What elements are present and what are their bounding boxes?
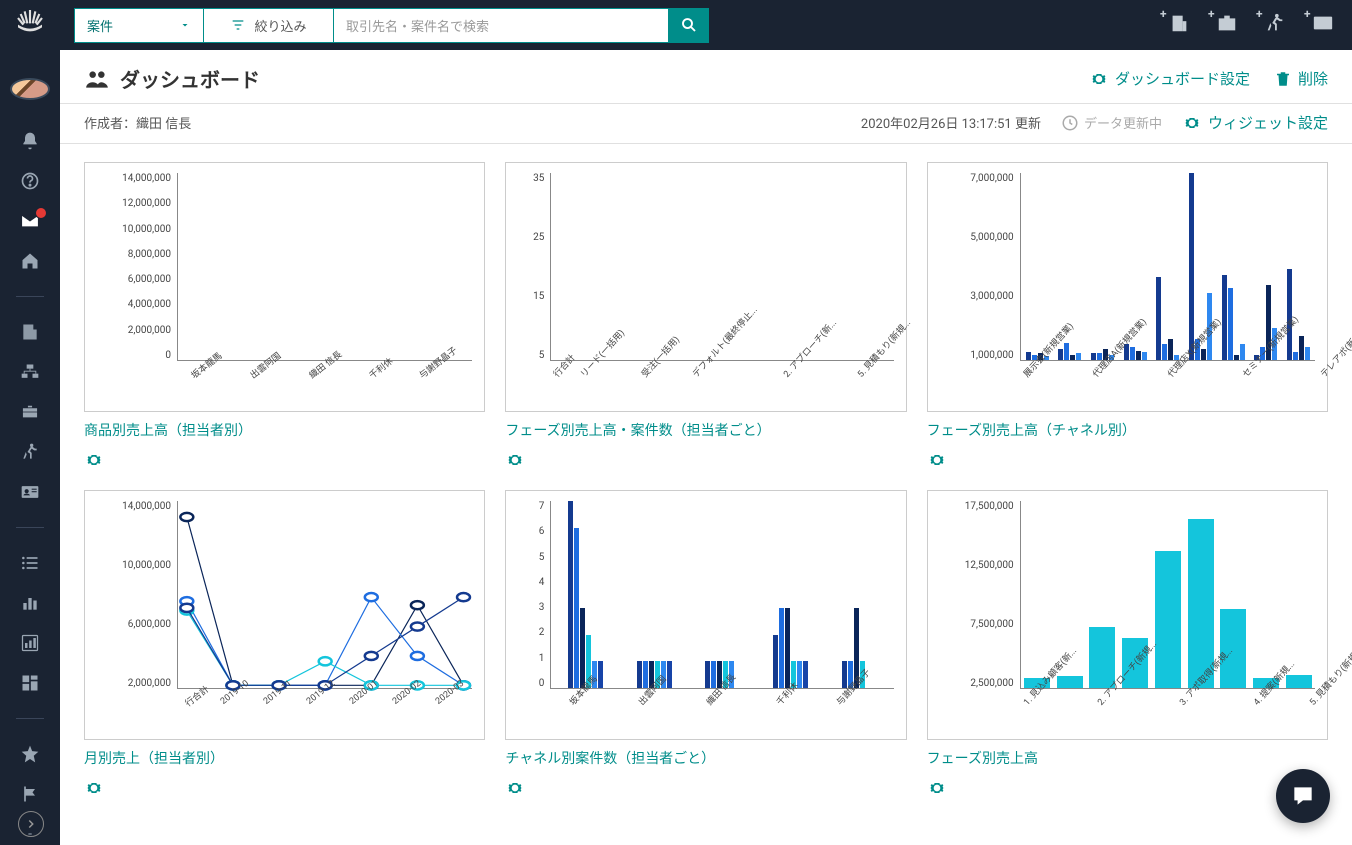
briefcase-icon[interactable] <box>19 401 41 423</box>
activity-icon[interactable] <box>19 441 41 463</box>
page-header: ダッシュボード ダッシュボード設定 削除 <box>60 50 1352 104</box>
sidebar-expand-button[interactable] <box>18 811 44 837</box>
dashboard-content: 14,000,00012,000,00010,000,0008,000,0006… <box>60 144 1352 845</box>
topbar: 案件 絞り込み 取引先名・案件名で検索 + + + + <box>60 0 1352 50</box>
widget: 14,000,00012,000,00010,000,0008,000,0006… <box>84 162 485 470</box>
search-button[interactable] <box>669 8 709 43</box>
widget-title: 月別売上（担当者別） <box>84 748 485 768</box>
report-icon[interactable] <box>19 632 41 654</box>
new-deal-icon[interactable]: + <box>1216 12 1242 38</box>
widget-title: チャネル別案件数（担当者ごと） <box>505 748 906 768</box>
widget: 3525155行合計リード(一括用)受注(一括用)デフォルト(最終停止...2.… <box>505 162 906 470</box>
new-contact-icon[interactable]: + <box>1312 12 1338 38</box>
home-icon[interactable] <box>19 250 41 272</box>
app-logo[interactable] <box>12 6 48 38</box>
chart: 7,000,0005,000,0003,000,0001,000,000展示会(… <box>927 162 1328 412</box>
widget: 7,000,0005,000,0003,000,0001,000,000展示会(… <box>927 162 1328 470</box>
widget: 14,000,00010,000,0006,000,0002,000,000行合… <box>84 490 485 798</box>
widget-title: 商品別売上高（担当者別） <box>84 420 485 440</box>
dashboard-settings-link[interactable]: ダッシュボード設定 <box>1089 68 1250 89</box>
entity-select[interactable]: 案件 <box>74 8 204 43</box>
new-activity-icon[interactable]: + <box>1264 12 1290 38</box>
card-icon[interactable] <box>19 481 41 503</box>
building-icon[interactable] <box>19 321 41 343</box>
chart: 76543210坂本龍馬出雲阿国織田 信長千利休与謝野晶子 <box>505 490 906 740</box>
subheader: 作成者：織田 信長 2020年02月26日 13:17:51 更新 データ更新中… <box>60 104 1352 144</box>
widget-gear-icon[interactable] <box>927 450 947 470</box>
chart: 17,500,00012,500,0007,500,0002,500,0001.… <box>927 490 1328 740</box>
help-icon[interactable] <box>19 170 41 192</box>
star-icon[interactable] <box>19 743 41 765</box>
sidebar: - <box>0 0 60 845</box>
filter-button[interactable]: 絞り込み <box>204 8 334 43</box>
widget-gear-icon[interactable] <box>84 450 104 470</box>
org-icon[interactable] <box>19 361 41 383</box>
chart: 14,000,00010,000,0006,000,0002,000,000行合… <box>84 490 485 740</box>
bell-icon[interactable] <box>19 130 41 152</box>
delete-link[interactable]: 削除 <box>1274 68 1328 89</box>
updating-indicator: データ更新中 <box>1061 113 1162 132</box>
widget: 17,500,00012,500,0007,500,0002,500,0001.… <box>927 490 1328 798</box>
author-label: 作成者：織田 信長 <box>84 113 191 132</box>
widget-gear-icon[interactable] <box>84 778 104 798</box>
chat-bubble-button[interactable] <box>1276 769 1330 823</box>
user-avatar[interactable] <box>10 78 50 100</box>
widget-settings-link[interactable]: ウィジェット設定 <box>1182 112 1328 133</box>
widget-title: フェーズ別売上高（チャネル別） <box>927 420 1328 440</box>
chart: 14,000,00012,000,00010,000,0008,000,0006… <box>84 162 485 412</box>
page-title: ダッシュボード <box>84 64 260 93</box>
updated-timestamp: 2020年02月26日 13:17:51 更新 <box>861 113 1041 132</box>
search-input[interactable]: 取引先名・案件名で検索 <box>334 8 669 43</box>
chart: 3525155行合計リード(一括用)受注(一括用)デフォルト(最終停止...2.… <box>505 162 906 412</box>
mail-icon[interactable] <box>19 210 41 232</box>
flag-icon[interactable] <box>19 783 41 805</box>
list-icon[interactable] <box>19 552 41 574</box>
widget-title: フェーズ別売上高 <box>927 748 1328 768</box>
widget: 76543210坂本龍馬出雲阿国織田 信長千利休与謝野晶子チャネル別案件数（担当… <box>505 490 906 798</box>
widget-title: フェーズ別売上高・案件数（担当者ごと） <box>505 420 906 440</box>
widget-gear-icon[interactable] <box>927 778 947 798</box>
widget-gear-icon[interactable] <box>505 778 525 798</box>
dashboard-icon[interactable] <box>19 672 41 694</box>
new-company-icon[interactable]: + <box>1168 12 1194 38</box>
widget-gear-icon[interactable] <box>505 450 525 470</box>
bar-chart-icon[interactable] <box>19 592 41 614</box>
